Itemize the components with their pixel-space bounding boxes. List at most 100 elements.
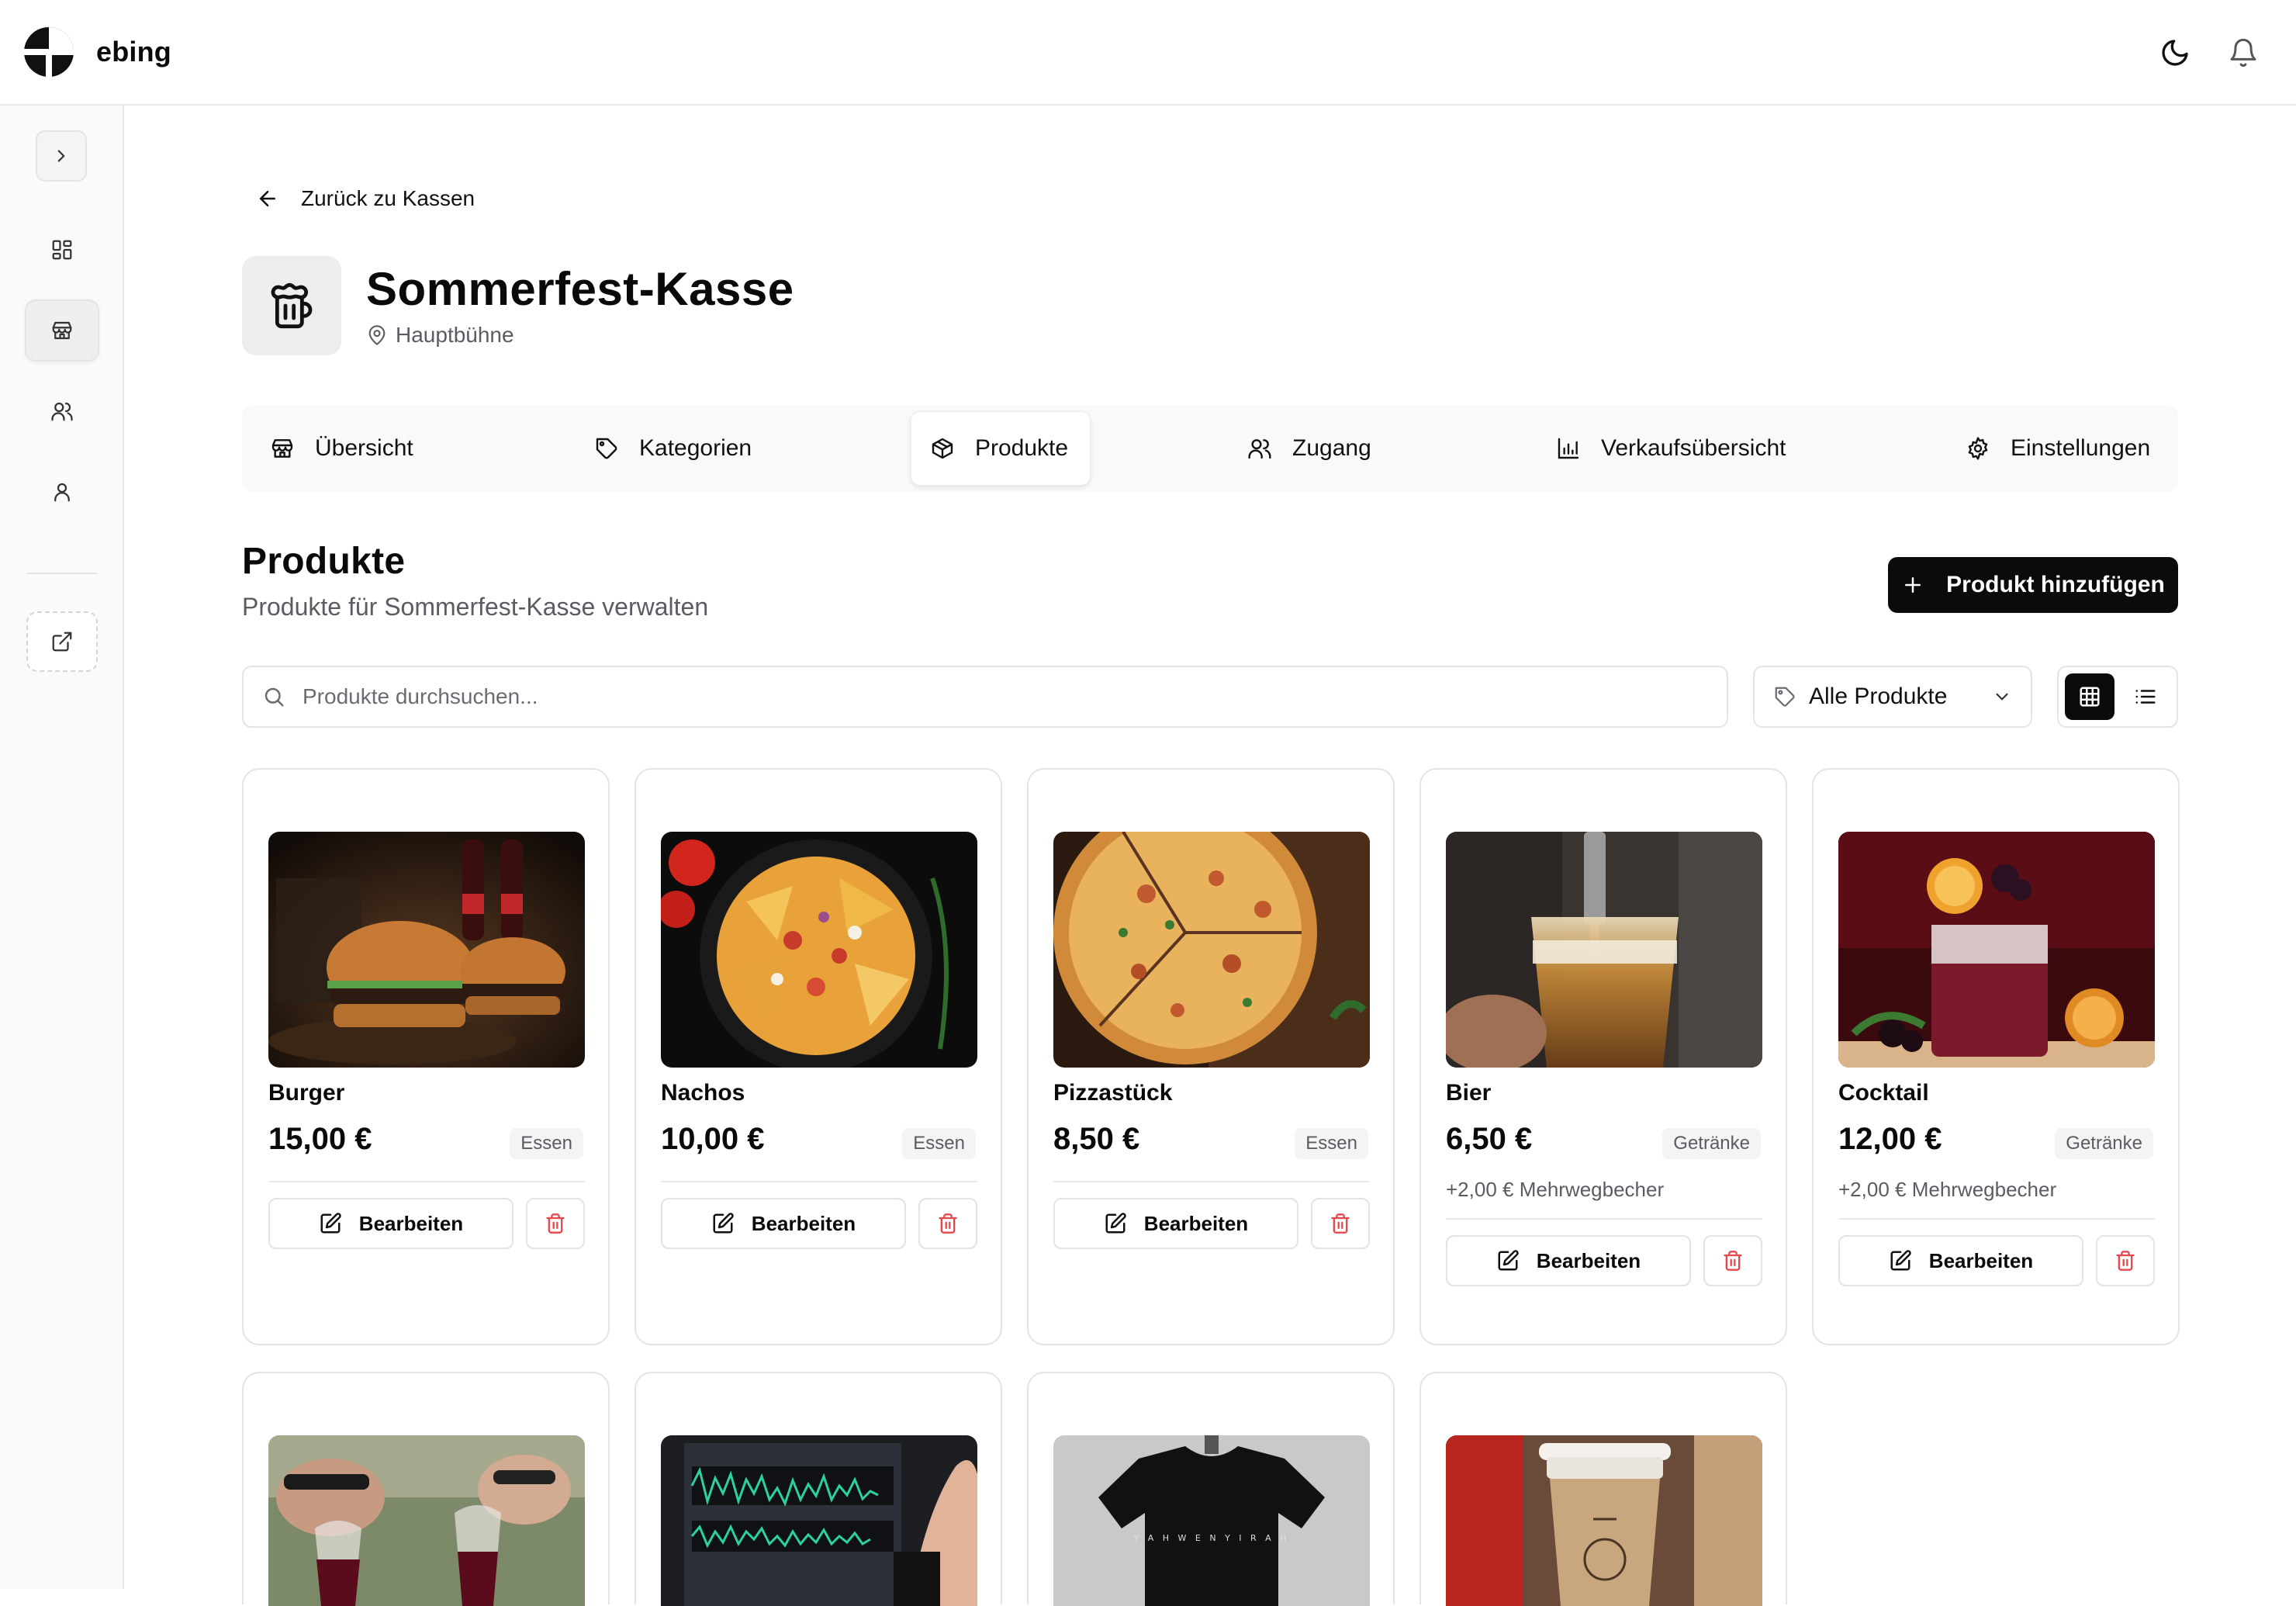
filter-value: Alle Produkte <box>1809 684 1948 709</box>
tab-uebersicht[interactable]: Übersicht <box>251 411 432 486</box>
product-price: 8,50 € <box>1053 1122 1140 1156</box>
tab-verkaufsuebersicht[interactable]: Verkaufsübersicht <box>1537 411 1804 486</box>
users-icon <box>51 402 73 421</box>
product-name: Nachos <box>661 1080 745 1106</box>
search-input[interactable]: Produkte durchsuchen... <box>242 666 1728 728</box>
sidebar <box>0 106 124 1589</box>
trash-icon <box>939 1213 957 1234</box>
back-link[interactable]: Zurück zu Kassen <box>256 186 475 211</box>
tab-einstellungen[interactable]: Einstellungen <box>1947 411 2169 486</box>
edit-icon <box>320 1213 341 1234</box>
category-badge: Essen <box>1295 1128 1368 1159</box>
svg-text:Y A H W E N Y I R A H: Y A H W E N Y I R A H <box>1133 1533 1290 1543</box>
edit-button[interactable]: Bearbeiten <box>268 1198 513 1249</box>
gear-icon <box>1968 437 1988 460</box>
product-card <box>635 1372 1002 1606</box>
moon-icon[interactable] <box>2156 34 2194 71</box>
product-image-wine <box>268 1435 585 1606</box>
deposit-note: +2,00 € Mehrwegbecher <box>1446 1178 1665 1201</box>
edit-icon <box>713 1213 734 1234</box>
sidebar-item-team[interactable] <box>25 383 99 439</box>
tag-icon <box>1775 687 1795 707</box>
store-icon <box>271 439 293 458</box>
product-card <box>1419 1372 1787 1606</box>
edit-button[interactable]: Bearbeiten <box>1838 1235 2083 1286</box>
package-icon <box>932 438 953 459</box>
delete-button[interactable] <box>2096 1235 2155 1286</box>
user-icon <box>54 483 70 502</box>
delete-button[interactable] <box>1703 1235 1762 1286</box>
back-link-label: Zurück zu Kassen <box>301 186 475 210</box>
add-product-button[interactable]: Produkt hinzufügen <box>1888 557 2178 613</box>
grid-icon <box>2080 687 2100 707</box>
location-label: Hauptbühne <box>396 323 514 347</box>
product-price: 10,00 € <box>661 1122 765 1156</box>
tab-label: Übersicht <box>315 435 413 461</box>
bar-chart-icon <box>1558 438 1579 459</box>
page-title: Sommerfest-Kasse <box>366 263 794 315</box>
card-divider <box>1446 1218 1762 1220</box>
tab-label: Produkte <box>975 435 1069 461</box>
search-placeholder: Produkte durchsuchen... <box>303 684 538 708</box>
edit-icon <box>1890 1250 1911 1271</box>
arrow-left-icon <box>260 191 275 206</box>
card-divider <box>1838 1218 2155 1220</box>
edit-label: Bearbeiten <box>1536 1248 1641 1272</box>
sidebar-item-profile[interactable] <box>25 464 99 520</box>
edit-button[interactable]: Bearbeiten <box>661 1198 906 1249</box>
map-pin-icon <box>368 325 386 345</box>
tab-bar: Übersicht Kategorien Produkte Zugang Ver… <box>242 405 2178 492</box>
tag-icon <box>596 438 617 459</box>
tab-label: Zugang <box>1292 435 1371 461</box>
sidebar-item-dashboard[interactable] <box>25 222 99 278</box>
edit-label: Bearbeiten <box>1928 1248 2034 1272</box>
bell-icon[interactable] <box>2225 34 2262 71</box>
grid-view-button[interactable] <box>2065 673 2114 720</box>
users-icon <box>1248 439 1271 459</box>
sidebar-toggle-button[interactable] <box>36 130 87 182</box>
logo-icon <box>24 27 74 77</box>
list-view-button[interactable] <box>2121 673 2170 720</box>
delete-button[interactable] <box>1311 1198 1370 1249</box>
product-name: Burger <box>268 1080 345 1106</box>
trash-icon <box>1724 1251 1742 1271</box>
edit-button[interactable]: Bearbeiten <box>1446 1235 1691 1286</box>
dashboard-icon <box>52 240 72 260</box>
brand[interactable]: ebing <box>23 26 171 78</box>
product-image-nachos <box>661 832 977 1068</box>
product-price: 12,00 € <box>1838 1122 1942 1156</box>
product-image-beer <box>1446 832 1762 1068</box>
deposit-note: +2,00 € Mehrwegbecher <box>1838 1178 2057 1201</box>
product-price: 6,50 € <box>1446 1122 1533 1156</box>
product-image-burger <box>268 832 585 1068</box>
edit-label: Bearbeiten <box>751 1211 856 1235</box>
tab-zugang[interactable]: Zugang <box>1229 411 1390 486</box>
category-badge: Getränke <box>1662 1128 1761 1159</box>
product-card: Pizzastück 8,50 € Essen Bearbeiten <box>1027 768 1395 1345</box>
edit-button[interactable]: Bearbeiten <box>1053 1198 1298 1249</box>
section-title: Produkte <box>242 541 406 582</box>
product-image-cocktail <box>1838 832 2155 1068</box>
edit-label: Bearbeiten <box>1143 1211 1249 1235</box>
product-image-pizza <box>1053 832 1370 1068</box>
sidebar-item-kassen[interactable] <box>25 299 99 362</box>
tab-label: Verkaufsübersicht <box>1601 435 1786 461</box>
tab-label: Einstellungen <box>2011 435 2151 461</box>
location: Hauptbühne <box>366 323 794 348</box>
product-card: Y A H W E N Y I R A H <box>1027 1372 1395 1606</box>
external-link-icon <box>52 632 72 652</box>
delete-button[interactable] <box>526 1198 585 1249</box>
product-card: Bier 6,50 € Getränke +2,00 € Mehrwegbech… <box>1419 768 1787 1345</box>
category-filter-select[interactable]: Alle Produkte <box>1753 666 2032 728</box>
product-card: Cocktail 12,00 € Getränke +2,00 € Mehrwe… <box>1812 768 2180 1345</box>
section-subtitle: Produkte für Sommerfest-Kasse verwalten <box>242 593 709 621</box>
tab-kategorien[interactable]: Kategorien <box>576 411 770 486</box>
product-image-audio <box>661 1435 977 1606</box>
page-header: Sommerfest-Kasse Hauptbühne <box>242 256 794 355</box>
tab-produkte[interactable]: Produkte <box>911 411 1091 486</box>
sidebar-item-external[interactable] <box>26 611 98 672</box>
sidebar-divider <box>26 573 98 574</box>
beer-mug-icon <box>242 256 341 355</box>
product-price: 15,00 € <box>268 1122 372 1156</box>
delete-button[interactable] <box>918 1198 977 1249</box>
